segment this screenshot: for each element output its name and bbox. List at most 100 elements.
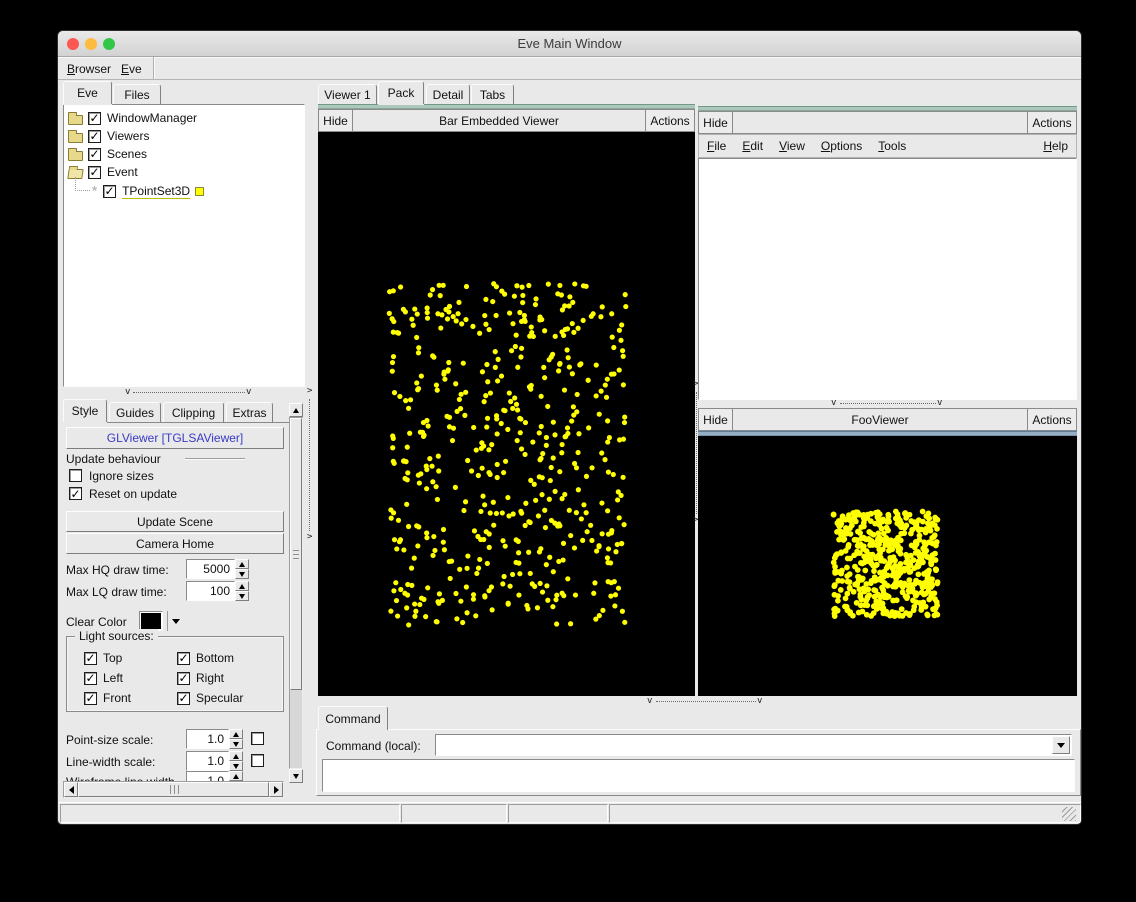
menu-file[interactable]: File [707, 139, 726, 153]
point-size-field[interactable]: 1.0 [186, 729, 229, 749]
tab-eve[interactable]: Eve [63, 81, 112, 104]
spin-down-button[interactable] [235, 569, 249, 579]
tree-item-windowmanager[interactable]: ✓ WindowManager [68, 109, 197, 127]
menu-help[interactable]: Help [1043, 139, 1068, 153]
tree-item-label[interactable]: Scenes [107, 147, 147, 161]
tab-guides[interactable]: Guides [109, 402, 161, 422]
tab-viewer1[interactable]: Viewer 1 [318, 84, 377, 104]
tree-item-tpointset3d[interactable]: * ✓ TPointSet3D [92, 182, 204, 200]
command-horizontal-splitter[interactable]: v v [316, 697, 1081, 706]
wireframe-spinner[interactable] [229, 771, 243, 781]
tab-pack[interactable]: Pack [378, 81, 424, 104]
menu-options[interactable]: Options [821, 139, 862, 153]
spin-down-button[interactable] [229, 761, 243, 771]
gl-viewer-bar-embedded[interactable] [318, 132, 695, 696]
clear-color-swatch[interactable] [139, 611, 163, 631]
max-hq-spinner[interactable] [235, 559, 249, 579]
spin-up-button[interactable] [229, 729, 243, 739]
menu-edit[interactable]: Edit [742, 139, 763, 153]
tree-checkbox[interactable]: ✓ [103, 185, 116, 198]
actions-button[interactable]: Actions [1027, 112, 1076, 133]
wireframe-field[interactable]: 1.0 [186, 771, 229, 781]
tab-extras[interactable]: Extras [226, 402, 273, 422]
light-top-row[interactable]: ✓ Top [84, 651, 122, 665]
actions-button[interactable]: Actions [1027, 409, 1076, 430]
line-width-extra-checkbox[interactable] [251, 754, 264, 767]
tree-checkbox[interactable]: ✓ [88, 130, 101, 143]
scrollbar-track[interactable] [289, 417, 303, 769]
scroll-down-button[interactable] [289, 769, 303, 783]
tree-item-label[interactable]: WindowManager [107, 111, 197, 125]
left-horizontal-splitter[interactable]: v v [63, 388, 305, 398]
gl-viewer-fooviewer[interactable] [698, 436, 1077, 696]
tree-checkbox[interactable]: ✓ [88, 148, 101, 161]
spin-down-button[interactable] [235, 591, 249, 601]
light-right-row[interactable]: ✓ Right [177, 671, 224, 685]
menu-browser[interactable]: Browser [64, 61, 114, 77]
clear-color-dropdown-button[interactable] [167, 611, 183, 631]
max-hq-field[interactable]: 5000 [186, 559, 235, 579]
tree-item-viewers[interactable]: ✓ Viewers [68, 127, 149, 145]
scrollbar-thumb[interactable] [78, 782, 269, 797]
glviewer-button[interactable]: GLViewer [TGLSAViewer] [66, 427, 284, 449]
hide-button[interactable]: Hide [699, 112, 733, 133]
light-bottom-row[interactable]: ✓ Bottom [177, 651, 234, 665]
resize-grip[interactable] [1062, 807, 1076, 821]
scroll-up-button[interactable] [289, 403, 303, 417]
menu-tools[interactable]: Tools [878, 139, 906, 153]
light-front-checkbox[interactable]: ✓ [84, 692, 97, 705]
tree-item-scenes[interactable]: ✓ Scenes [68, 145, 147, 163]
light-left-row[interactable]: ✓ Left [84, 671, 123, 685]
light-top-checkbox[interactable]: ✓ [84, 652, 97, 665]
command-output-textarea[interactable] [322, 759, 1075, 792]
tree-item-label-selected[interactable]: TPointSet3D [122, 184, 190, 199]
menu-view[interactable]: View [779, 139, 805, 153]
line-width-field[interactable]: 1.0 [186, 751, 229, 771]
spin-up-button[interactable] [235, 559, 249, 569]
combobox-dropdown-button[interactable] [1052, 736, 1070, 754]
spin-down-button[interactable] [229, 739, 243, 749]
hide-button[interactable]: Hide [319, 110, 353, 131]
tab-detail[interactable]: Detail [426, 84, 470, 104]
right-horizontal-splitter[interactable]: v v [698, 400, 1077, 408]
tab-clipping[interactable]: Clipping [163, 402, 224, 422]
light-bottom-checkbox[interactable]: ✓ [177, 652, 190, 665]
max-lq-field[interactable]: 100 [186, 581, 235, 601]
tree-checkbox[interactable]: ✓ [88, 112, 101, 125]
light-right-checkbox[interactable]: ✓ [177, 672, 190, 685]
max-lq-spinner[interactable] [235, 581, 249, 601]
spin-up-button[interactable] [229, 751, 243, 761]
scroll-right-button[interactable] [269, 782, 283, 797]
ignore-sizes-checkbox[interactable] [69, 469, 82, 482]
command-combobox[interactable] [435, 734, 1072, 756]
color-swatch-icon[interactable] [195, 187, 204, 196]
left-vertical-splitter[interactable]: > > [306, 81, 314, 798]
scroll-left-button[interactable] [64, 782, 78, 797]
spin-up-button[interactable] [229, 771, 243, 781]
line-width-spinner[interactable] [229, 751, 243, 771]
light-specular-checkbox[interactable]: ✓ [177, 692, 190, 705]
tree-item-label[interactable]: Viewers [107, 129, 149, 143]
reset-on-update-checkbox[interactable]: ✓ [69, 487, 82, 500]
point-size-extra-checkbox[interactable] [251, 732, 264, 745]
light-specular-row[interactable]: ✓ Specular [177, 691, 243, 705]
actions-button[interactable]: Actions [645, 110, 694, 131]
light-front-row[interactable]: ✓ Front [84, 691, 131, 705]
style-horizontal-scrollbar[interactable] [63, 781, 284, 798]
menu-eve[interactable]: Eve [118, 61, 145, 77]
tab-tabs[interactable]: Tabs [471, 84, 514, 104]
tree-item-label[interactable]: Event [107, 165, 138, 179]
light-left-checkbox[interactable]: ✓ [84, 672, 97, 685]
tab-style[interactable]: Style [63, 399, 107, 422]
hide-button[interactable]: Hide [699, 409, 733, 430]
right-pane-client-area[interactable] [698, 158, 1077, 400]
eve-list-tree[interactable]: ✓ WindowManager ✓ Viewers ✓ Scenes ✓ Eve… [63, 104, 305, 387]
camera-home-button[interactable]: Camera Home [66, 533, 284, 554]
tab-command[interactable]: Command [318, 706, 388, 730]
scrollbar-thumb[interactable] [290, 418, 302, 690]
point-size-spinner[interactable] [229, 729, 243, 749]
style-vertical-scrollbar[interactable] [289, 403, 303, 783]
update-scene-button[interactable]: Update Scene [66, 511, 284, 532]
spin-up-button[interactable] [235, 581, 249, 591]
tab-files[interactable]: Files [113, 84, 161, 104]
